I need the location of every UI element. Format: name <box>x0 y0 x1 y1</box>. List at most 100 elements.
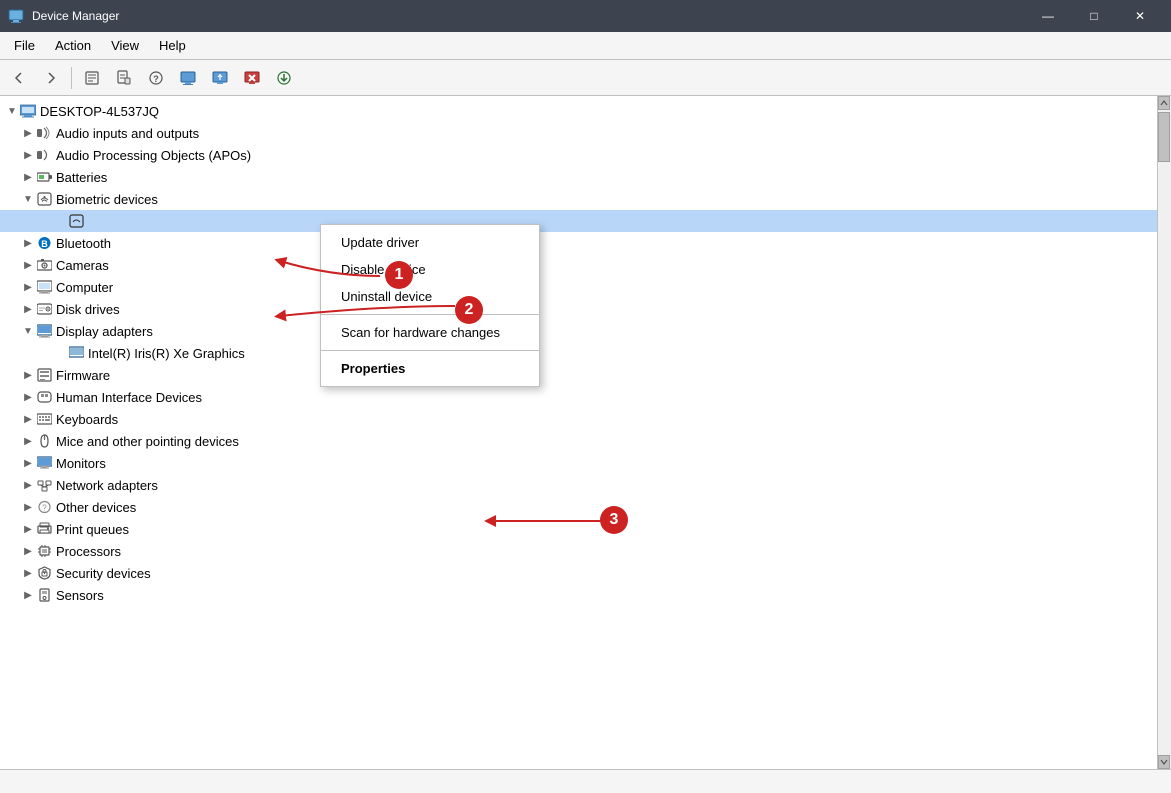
tree-panel[interactable]: ▼ DESKTOP-4L537JQ ▶ Audio inputs and out… <box>0 96 1171 769</box>
tree-item-biometric[interactable]: ▼ Biometric devices <box>0 188 1171 210</box>
mice-icon <box>36 433 52 449</box>
firmware-label: Firmware <box>56 368 110 383</box>
network-toggle: ▶ <box>20 477 36 493</box>
tree-item-computer[interactable]: ▶ Computer <box>0 276 1171 298</box>
audio-inputs-label: Audio inputs and outputs <box>56 126 199 141</box>
remove-device-button[interactable] <box>237 64 267 92</box>
properties-button[interactable] <box>77 64 107 92</box>
biometric-label: Biometric devices <box>56 192 158 207</box>
biometric-icon <box>36 191 52 207</box>
biometric-child-icon <box>68 213 84 229</box>
batteries-icon <box>36 169 52 185</box>
root-label: DESKTOP-4L537JQ <box>40 104 159 119</box>
security-toggle: ▶ <box>20 565 36 581</box>
audio-processing-icon <box>36 147 52 163</box>
title-bar-title: Device Manager <box>32 9 1025 23</box>
disk-icon <box>36 301 52 317</box>
svg-text:?: ? <box>42 504 47 513</box>
tree-item-other[interactable]: ▶ ? Other devices <box>0 496 1171 518</box>
back-button[interactable] <box>4 64 34 92</box>
status-bar <box>0 769 1171 793</box>
other-label: Other devices <box>56 500 136 515</box>
context-menu-scan[interactable]: Scan for hardware changes <box>321 319 539 346</box>
tree-item-audio-inputs[interactable]: ▶ Audio inputs and outputs <box>0 122 1171 144</box>
tree-item-mice[interactable]: ▶ Mice and other pointing devices <box>0 430 1171 452</box>
tree-item-disk-drives[interactable]: ▶ Disk drives <box>0 298 1171 320</box>
context-menu-separator-1 <box>321 314 539 315</box>
print-icon <box>36 521 52 537</box>
batteries-toggle: ▶ <box>20 169 36 185</box>
tree-item-keyboards[interactable]: ▶ Keyboards <box>0 408 1171 430</box>
audio-processing-label: Audio Processing Objects (APOs) <box>56 148 251 163</box>
audio-processing-toggle: ▶ <box>20 147 36 163</box>
menu-help[interactable]: Help <box>149 34 196 57</box>
cameras-toggle: ▶ <box>20 257 36 273</box>
tree-item-bluetooth[interactable]: ▶ B Bluetooth <box>0 232 1171 254</box>
tree-item-display[interactable]: ▼ Display adapters <box>0 320 1171 342</box>
title-bar-controls: — □ ✕ <box>1025 0 1163 32</box>
hid-icon <box>36 389 52 405</box>
tree-item-audio-processing[interactable]: ▶ Audio Processing Objects (APOs) <box>0 144 1171 166</box>
tree-item-batteries[interactable]: ▶ Batteries <box>0 166 1171 188</box>
computer-toggle: ▶ <box>20 279 36 295</box>
biometric-child-toggle <box>52 213 68 229</box>
cameras-icon <box>36 257 52 273</box>
maximize-button[interactable]: □ <box>1071 0 1117 32</box>
intel-icon <box>68 345 84 361</box>
context-menu-separator-2 <box>321 350 539 351</box>
tree-item-sensors[interactable]: ▶ Sensors <box>0 584 1171 606</box>
print-label: Print queues <box>56 522 129 537</box>
security-label: Security devices <box>56 566 151 581</box>
details-button[interactable] <box>109 64 139 92</box>
computer-icon <box>36 279 52 295</box>
menu-file[interactable]: File <box>4 34 45 57</box>
toolbar-separator-1 <box>71 67 72 89</box>
monitors-label: Monitors <box>56 456 106 471</box>
hid-label: Human Interface Devices <box>56 390 202 405</box>
tree-item-cameras[interactable]: ▶ Cameras <box>0 254 1171 276</box>
tree-item-monitors[interactable]: ▶ Monitors <box>0 452 1171 474</box>
context-menu-disable[interactable]: Disable device <box>321 256 539 283</box>
processors-label: Processors <box>56 544 121 559</box>
tree-item-firmware[interactable]: ▶ Firmware <box>0 364 1171 386</box>
root-toggle-icon: ▼ <box>4 103 20 119</box>
tree-item-print[interactable]: ▶ Print queues <box>0 518 1171 540</box>
display-label: Display adapters <box>56 324 153 339</box>
other-toggle: ▶ <box>20 499 36 515</box>
context-menu-update-driver[interactable]: Update driver <box>321 229 539 256</box>
firmware-toggle: ▶ <box>20 367 36 383</box>
app-icon <box>8 8 24 24</box>
tree-item-security[interactable]: ▶ Security devices <box>0 562 1171 584</box>
bluetooth-icon: B <box>36 235 52 251</box>
context-menu-uninstall[interactable]: Uninstall device <box>321 283 539 310</box>
firmware-icon <box>36 367 52 383</box>
audio-inputs-icon <box>36 125 52 141</box>
hid-toggle: ▶ <box>20 389 36 405</box>
disk-label: Disk drives <box>56 302 120 317</box>
scrollbar[interactable] <box>1157 96 1171 769</box>
tree-item-hid[interactable]: ▶ Human Interface Devices <box>0 386 1171 408</box>
mice-label: Mice and other pointing devices <box>56 434 239 449</box>
context-menu-properties[interactable]: Properties <box>321 355 539 382</box>
close-button[interactable]: ✕ <box>1117 0 1163 32</box>
help-button[interactable]: ? <box>141 64 171 92</box>
download-button[interactable] <box>269 64 299 92</box>
bluetooth-label: Bluetooth <box>56 236 111 251</box>
tree-item-network[interactable]: ▶ Network adapters <box>0 474 1171 496</box>
minimize-button[interactable]: — <box>1025 0 1071 32</box>
tree-item-processors[interactable]: ▶ Processors <box>0 540 1171 562</box>
menu-view[interactable]: View <box>101 34 149 57</box>
cameras-label: Cameras <box>56 258 109 273</box>
network-label: Network adapters <box>56 478 158 493</box>
uninstall-button[interactable] <box>173 64 203 92</box>
tree-root[interactable]: ▼ DESKTOP-4L537JQ <box>0 100 1171 122</box>
forward-button[interactable] <box>36 64 66 92</box>
root-icon <box>20 103 36 119</box>
menu-action[interactable]: Action <box>45 34 101 57</box>
tree-item-biometric-child[interactable] <box>0 210 1171 232</box>
menu-bar: File Action View Help <box>0 32 1171 60</box>
scan-hardware-button[interactable] <box>205 64 235 92</box>
tree-item-intel-iris[interactable]: Intel(R) Iris(R) Xe Graphics <box>0 342 1171 364</box>
network-icon <box>36 477 52 493</box>
sensors-label: Sensors <box>56 588 104 603</box>
